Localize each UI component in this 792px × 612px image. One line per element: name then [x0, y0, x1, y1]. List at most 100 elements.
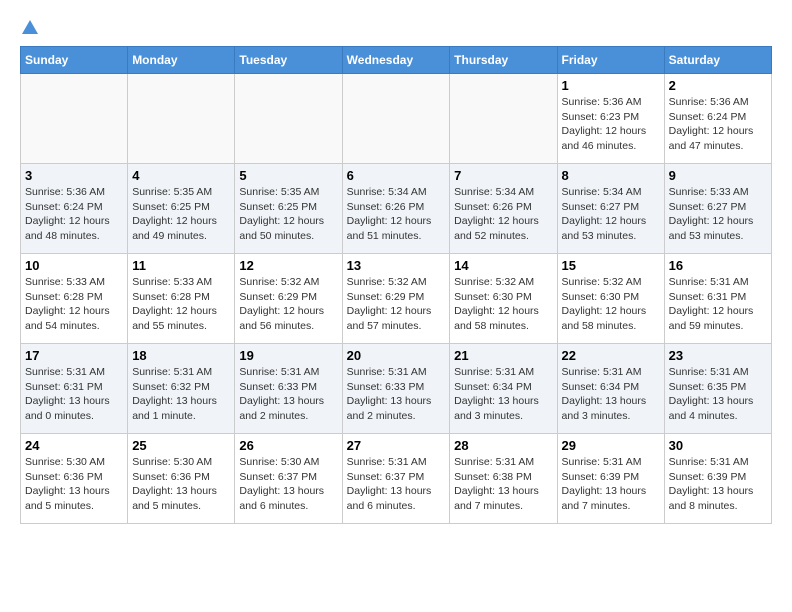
day-info: Sunrise: 5:31 AM Sunset: 6:31 PM Dayligh…: [669, 275, 767, 334]
day-number: 4: [132, 168, 230, 183]
day-number: 1: [562, 78, 660, 93]
day-number: 26: [239, 438, 337, 453]
day-info: Sunrise: 5:31 AM Sunset: 6:33 PM Dayligh…: [347, 365, 446, 424]
calendar-cell: 21 Sunrise: 5:31 AM Sunset: 6:34 PM Dayli…: [450, 344, 557, 434]
day-info: Sunrise: 5:32 AM Sunset: 6:30 PM Dayligh…: [454, 275, 552, 334]
day-info: Sunrise: 5:31 AM Sunset: 6:35 PM Dayligh…: [669, 365, 767, 424]
calendar-cell: 7 Sunrise: 5:34 AM Sunset: 6:26 PM Daylig…: [450, 164, 557, 254]
day-number: 15: [562, 258, 660, 273]
calendar-week-row: 24 Sunrise: 5:30 AM Sunset: 6:36 PM Dayli…: [21, 434, 772, 524]
day-info: Sunrise: 5:31 AM Sunset: 6:39 PM Dayligh…: [669, 455, 767, 514]
day-info: Sunrise: 5:31 AM Sunset: 6:38 PM Dayligh…: [454, 455, 552, 514]
calendar-cell: 8 Sunrise: 5:34 AM Sunset: 6:27 PM Daylig…: [557, 164, 664, 254]
calendar-cell: 23 Sunrise: 5:31 AM Sunset: 6:35 PM Dayli…: [664, 344, 771, 434]
calendar-cell: 30 Sunrise: 5:31 AM Sunset: 6:39 PM Dayli…: [664, 434, 771, 524]
calendar-cell: 1 Sunrise: 5:36 AM Sunset: 6:23 PM Daylig…: [557, 74, 664, 164]
day-info: Sunrise: 5:36 AM Sunset: 6:24 PM Dayligh…: [25, 185, 123, 244]
day-info: Sunrise: 5:32 AM Sunset: 6:30 PM Dayligh…: [562, 275, 660, 334]
calendar-cell: 29Sunrise: 5:31 AM Sunset: 6:39 PM Dayli…: [557, 434, 664, 524]
day-number: 28: [454, 438, 552, 453]
logo-triangle-icon: [22, 20, 38, 34]
calendar-cell: 5 Sunrise: 5:35 AM Sunset: 6:25 PM Daylig…: [235, 164, 342, 254]
day-number: 6: [347, 168, 446, 183]
day-number: 13: [347, 258, 446, 273]
day-info: Sunrise: 5:31 AM Sunset: 6:34 PM Dayligh…: [562, 365, 660, 424]
day-info: Sunrise: 5:36 AM Sunset: 6:24 PM Dayligh…: [669, 95, 767, 154]
day-info: Sunrise: 5:31 AM Sunset: 6:39 PM Dayligh…: [562, 455, 660, 514]
calendar-day-header: Saturday: [664, 47, 771, 74]
day-number: 24: [25, 438, 123, 453]
calendar-week-row: 10Sunrise: 5:33 AM Sunset: 6:28 PM Dayli…: [21, 254, 772, 344]
calendar-header-row: SundayMondayTuesdayWednesdayThursdayFrid…: [21, 47, 772, 74]
calendar-cell: 13 Sunrise: 5:32 AM Sunset: 6:29 PM Dayli…: [342, 254, 450, 344]
calendar-cell: 20 Sunrise: 5:31 AM Sunset: 6:33 PM Dayli…: [342, 344, 450, 434]
day-number: 7: [454, 168, 552, 183]
calendar-cell: 11 Sunrise: 5:33 AM Sunset: 6:28 PM Dayli…: [128, 254, 235, 344]
day-info: Sunrise: 5:34 AM Sunset: 6:26 PM Dayligh…: [347, 185, 446, 244]
calendar-day-header: Sunday: [21, 47, 128, 74]
calendar-cell: 22 Sunrise: 5:31 AM Sunset: 6:34 PM Dayli…: [557, 344, 664, 434]
calendar-day-header: Monday: [128, 47, 235, 74]
calendar-cell: 28 Sunrise: 5:31 AM Sunset: 6:38 PM Dayli…: [450, 434, 557, 524]
calendar-table: SundayMondayTuesdayWednesdayThursdayFrid…: [20, 46, 772, 524]
calendar-week-row: 1 Sunrise: 5:36 AM Sunset: 6:23 PM Daylig…: [21, 74, 772, 164]
day-info: Sunrise: 5:32 AM Sunset: 6:29 PM Dayligh…: [239, 275, 337, 334]
day-number: 17: [25, 348, 123, 363]
calendar-cell: [21, 74, 128, 164]
day-number: 21: [454, 348, 552, 363]
day-number: 18: [132, 348, 230, 363]
calendar-week-row: 17Sunrise: 5:31 AM Sunset: 6:31 PM Dayli…: [21, 344, 772, 434]
calendar-cell: [342, 74, 450, 164]
calendar-cell: 2 Sunrise: 5:36 AM Sunset: 6:24 PM Daylig…: [664, 74, 771, 164]
day-number: 5: [239, 168, 337, 183]
calendar-cell: 15 Sunrise: 5:32 AM Sunset: 6:30 PM Dayli…: [557, 254, 664, 344]
calendar-cell: 24Sunrise: 5:30 AM Sunset: 6:36 PM Dayli…: [21, 434, 128, 524]
calendar-day-header: Thursday: [450, 47, 557, 74]
day-number: 9: [669, 168, 767, 183]
day-number: 2: [669, 78, 767, 93]
day-number: 14: [454, 258, 552, 273]
calendar-cell: [450, 74, 557, 164]
calendar-week-row: 3 Sunrise: 5:36 AM Sunset: 6:24 PM Daylig…: [21, 164, 772, 254]
day-info: Sunrise: 5:33 AM Sunset: 6:28 PM Dayligh…: [132, 275, 230, 334]
day-info: Sunrise: 5:32 AM Sunset: 6:29 PM Dayligh…: [347, 275, 446, 334]
calendar-cell: [128, 74, 235, 164]
calendar-day-header: Wednesday: [342, 47, 450, 74]
day-info: Sunrise: 5:31 AM Sunset: 6:33 PM Dayligh…: [239, 365, 337, 424]
day-number: 22: [562, 348, 660, 363]
calendar-cell: 16 Sunrise: 5:31 AM Sunset: 6:31 PM Dayli…: [664, 254, 771, 344]
day-info: Sunrise: 5:36 AM Sunset: 6:23 PM Dayligh…: [562, 95, 660, 154]
calendar-cell: 19 Sunrise: 5:31 AM Sunset: 6:33 PM Dayli…: [235, 344, 342, 434]
day-number: 8: [562, 168, 660, 183]
day-number: 30: [669, 438, 767, 453]
day-info: Sunrise: 5:35 AM Sunset: 6:25 PM Dayligh…: [132, 185, 230, 244]
day-number: 11: [132, 258, 230, 273]
calendar-day-header: Friday: [557, 47, 664, 74]
calendar-cell: 18Sunrise: 5:31 AM Sunset: 6:32 PM Dayli…: [128, 344, 235, 434]
day-number: 25: [132, 438, 230, 453]
calendar-cell: 9 Sunrise: 5:33 AM Sunset: 6:27 PM Daylig…: [664, 164, 771, 254]
logo: [20, 20, 38, 36]
day-info: Sunrise: 5:35 AM Sunset: 6:25 PM Dayligh…: [239, 185, 337, 244]
day-number: 12: [239, 258, 337, 273]
day-info: Sunrise: 5:33 AM Sunset: 6:27 PM Dayligh…: [669, 185, 767, 244]
calendar-cell: 10Sunrise: 5:33 AM Sunset: 6:28 PM Dayli…: [21, 254, 128, 344]
calendar-cell: 12 Sunrise: 5:32 AM Sunset: 6:29 PM Dayli…: [235, 254, 342, 344]
day-number: 16: [669, 258, 767, 273]
day-info: Sunrise: 5:33 AM Sunset: 6:28 PM Dayligh…: [25, 275, 123, 334]
calendar-cell: [235, 74, 342, 164]
day-number: 19: [239, 348, 337, 363]
day-number: 27: [347, 438, 446, 453]
day-info: Sunrise: 5:31 AM Sunset: 6:34 PM Dayligh…: [454, 365, 552, 424]
day-info: Sunrise: 5:30 AM Sunset: 6:36 PM Dayligh…: [132, 455, 230, 514]
calendar-cell: 6 Sunrise: 5:34 AM Sunset: 6:26 PM Daylig…: [342, 164, 450, 254]
day-number: 20: [347, 348, 446, 363]
day-info: Sunrise: 5:34 AM Sunset: 6:26 PM Dayligh…: [454, 185, 552, 244]
day-number: 3: [25, 168, 123, 183]
calendar-cell: 27 Sunrise: 5:31 AM Sunset: 6:37 PM Dayli…: [342, 434, 450, 524]
day-info: Sunrise: 5:31 AM Sunset: 6:37 PM Dayligh…: [347, 455, 446, 514]
day-number: 23: [669, 348, 767, 363]
page-header: [20, 20, 772, 36]
calendar-cell: 4 Sunrise: 5:35 AM Sunset: 6:25 PM Daylig…: [128, 164, 235, 254]
day-info: Sunrise: 5:34 AM Sunset: 6:27 PM Dayligh…: [562, 185, 660, 244]
